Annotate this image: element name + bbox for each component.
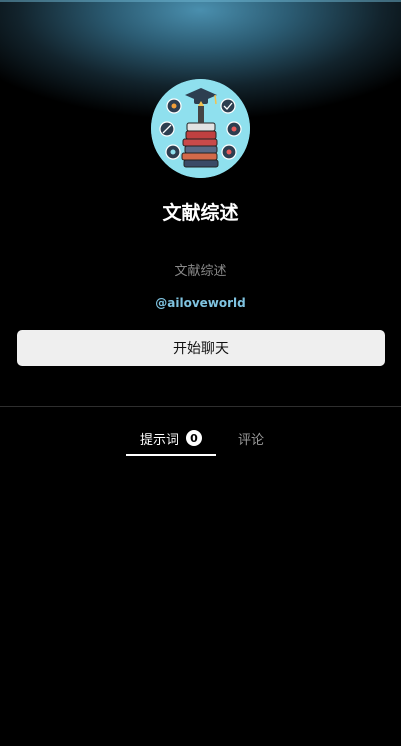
description-text: 文献综述 — [174, 264, 227, 279]
start-chat-button[interactable]: 开始聊天 — [17, 330, 385, 366]
tab-comments[interactable]: 评论 — [226, 420, 276, 456]
page-title: 文献综述 — [162, 202, 239, 224]
tab-prompts[interactable]: 提示词 0 — [126, 420, 216, 456]
tab-bar: 提示词 0 评论 — [0, 420, 401, 458]
author-handle-link[interactable]: @ailoveworld — [0, 296, 401, 310]
tab-comments-label: 评论 — [237, 432, 264, 448]
books-graduation-cap-icon — [151, 79, 250, 178]
prompt-count-badge: 0 — [186, 430, 202, 446]
top-highlight-line — [0, 0, 401, 2]
gpt-profile-page: 文献综述 文献综述 @ailoveworld 开始聊天 提示词 0 评论 — [0, 0, 401, 746]
avatar — [151, 79, 250, 178]
section-divider — [0, 406, 401, 407]
tab-prompts-label: 提示词 — [139, 432, 179, 448]
active-tab-indicator — [126, 454, 216, 456]
